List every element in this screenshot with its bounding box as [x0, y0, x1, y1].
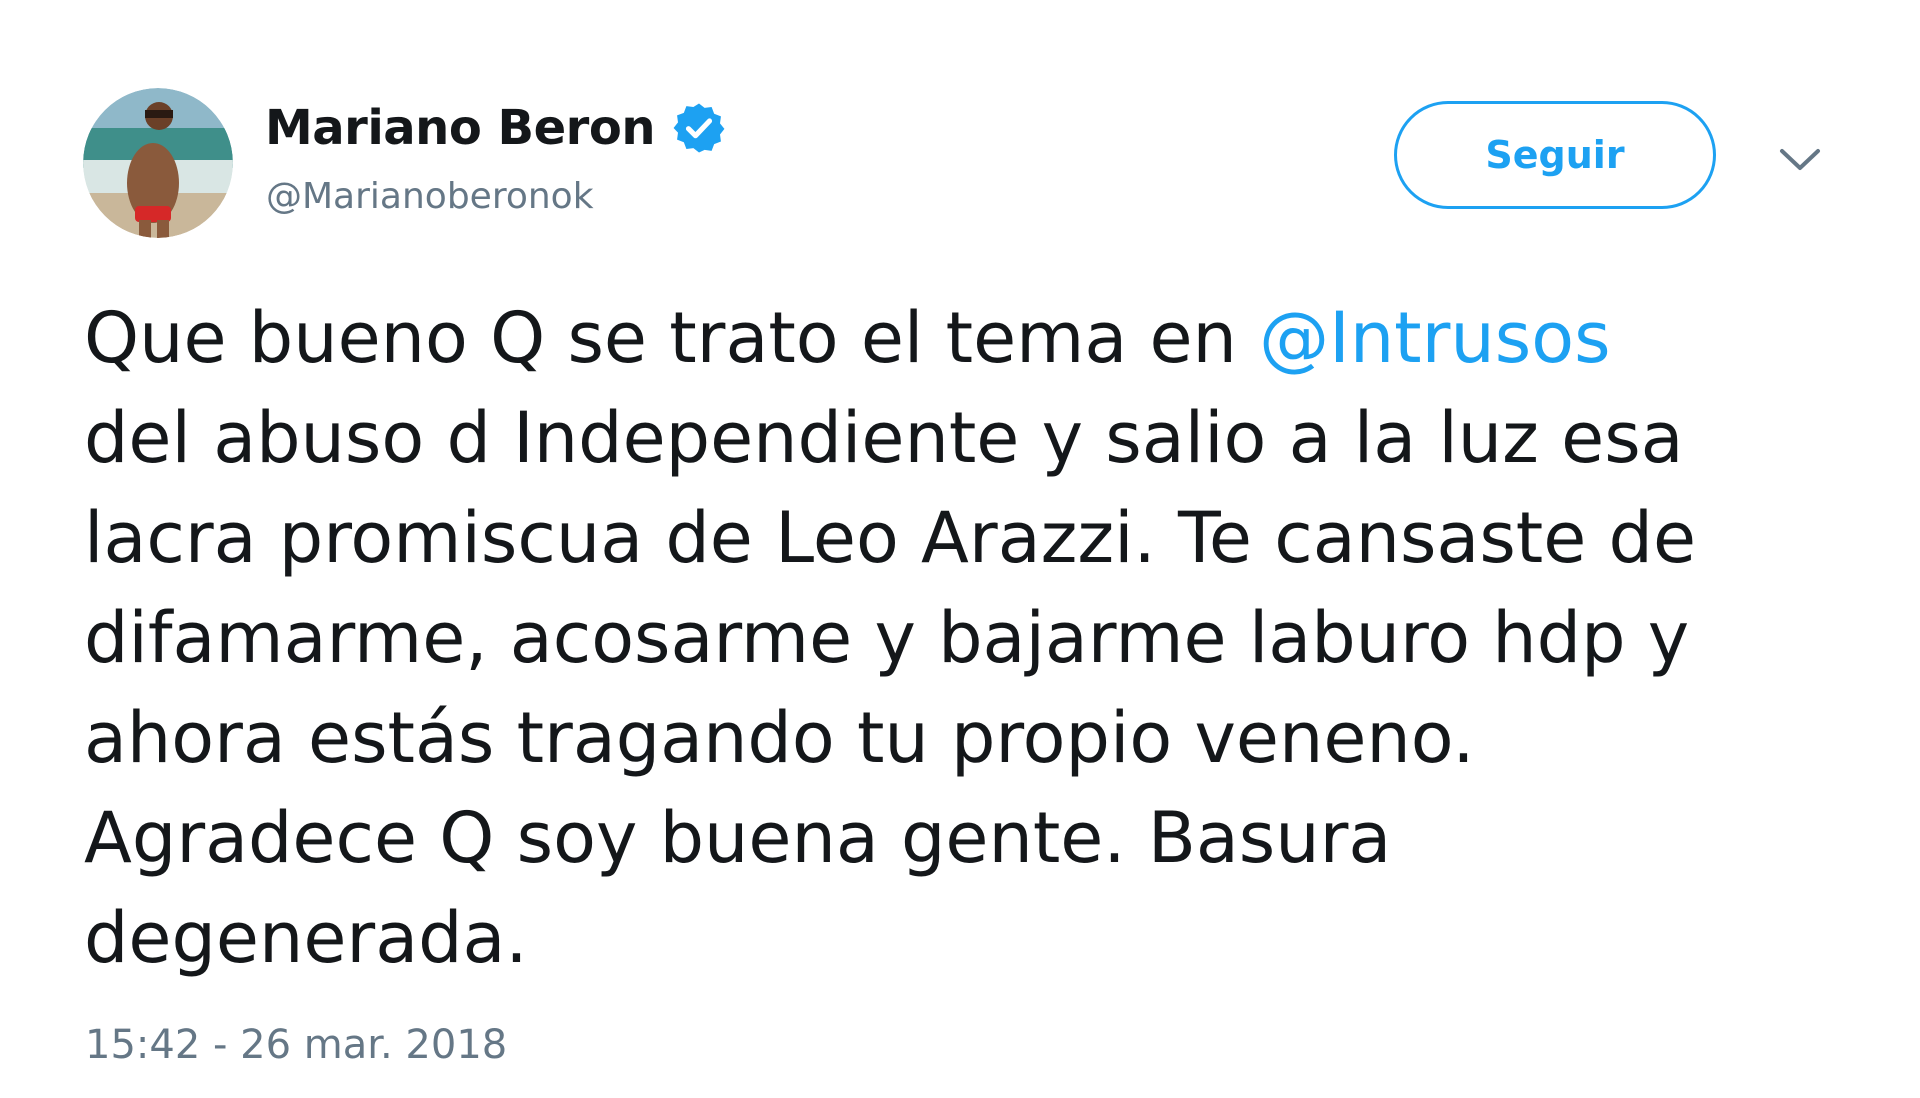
avatar[interactable] [83, 88, 233, 238]
tweet-line: difamarme, acosarme y bajarme laburo hdp… [84, 597, 1690, 679]
tweet-text: Que bueno Q se trato el tema en @Intruso… [84, 288, 1884, 988]
chevron-down-icon[interactable] [1778, 146, 1822, 174]
mention-link[interactable]: @Intrusos [1259, 297, 1610, 379]
tweet-card: Mariano Beron @Marianoberonok Seguir Que… [0, 0, 1920, 1098]
tweet-line: ahora estás tragando tu propio veneno. [84, 697, 1475, 779]
tweet-line: lacra promiscua de Leo Arazzi. Te cansas… [84, 497, 1697, 579]
tweet-line: del abuso d Independiente y salio a la l… [84, 397, 1684, 479]
user-handle[interactable]: @Marianoberonok [266, 176, 594, 217]
tweet-line: Que bueno Q se trato el tema en @Intruso… [84, 288, 1884, 388]
tweet-text-segment: Que bueno Q se trato el tema en [84, 297, 1260, 379]
display-name[interactable]: Mariano Beron [265, 100, 656, 156]
verified-badge-icon [673, 103, 725, 153]
follow-button[interactable]: Seguir [1394, 101, 1716, 209]
tweet-line: Agradece Q soy buena gente. Basura [84, 797, 1392, 879]
name-row: Mariano Beron [265, 96, 727, 160]
tweet-timestamp[interactable]: 15:42 - 26 mar. 2018 [85, 1022, 507, 1068]
tweet-line: degenerada. [84, 897, 528, 979]
